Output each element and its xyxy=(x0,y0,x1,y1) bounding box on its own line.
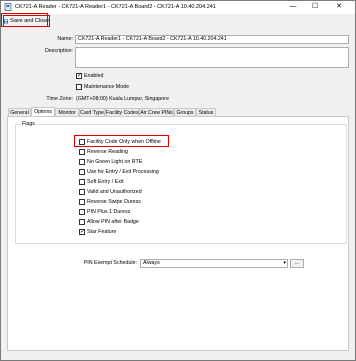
allow-pin-after-badge-checkbox[interactable] xyxy=(79,219,85,225)
schedule-browse-button[interactable]: ... xyxy=(290,259,304,268)
resize-grip-icon[interactable]: ⋰ xyxy=(348,352,353,358)
no-green-light-label: No Green Light on RTE xyxy=(87,159,143,165)
reverse-reading-label: Reverse Reading xyxy=(87,149,128,155)
pin-exempt-schedule-value: Always xyxy=(143,260,160,266)
name-field[interactable]: CK721-A Reader1 - CK721-A Board2 - CK721… xyxy=(75,35,349,44)
enabled-checkbox[interactable] xyxy=(76,72,82,79)
maintenance-mode-checkbox[interactable] xyxy=(76,84,82,90)
entry-exit-processing-checkbox[interactable] xyxy=(79,169,85,175)
tab-facility-codes[interactable]: Facility Codes xyxy=(105,108,139,116)
allow-pin-after-badge-label: Allow PIN after Badge xyxy=(87,219,139,225)
enabled-label: Enabled xyxy=(84,73,104,79)
reverse-swipe-duress-checkbox[interactable] xyxy=(79,199,85,205)
time-zone-value: (GMT+08:00) Kuala Lumpur, Singapore xyxy=(76,96,169,102)
tab-card-type[interactable]: Card Type xyxy=(79,108,105,116)
pin-exempt-schedule-label: PIN Exempt Schedule: xyxy=(83,260,137,266)
pin-plus-1-duress-checkbox[interactable] xyxy=(79,209,85,215)
tab-air-crew-pins[interactable]: Air Crew PINs xyxy=(139,108,174,116)
valid-unauthorized-label: Valid and Unauthorized xyxy=(87,189,142,195)
description-label: Description: xyxy=(45,48,73,54)
save-close-highlight xyxy=(1,13,48,27)
pin-plus-1-duress-label: PIN Plus 1 Duress xyxy=(87,209,131,215)
soft-entry-exit-label: Soft Entry / Exit xyxy=(87,179,124,185)
facility-code-highlight xyxy=(74,135,169,147)
entry-exit-processing-label: Use for Entry / Exit Processing xyxy=(87,169,159,175)
tab-monitor[interactable]: Monitor xyxy=(55,108,79,116)
pin-exempt-schedule-select[interactable]: Always ▾ xyxy=(140,259,288,268)
tab-general[interactable]: General xyxy=(8,108,31,116)
flags-group-title: Flags xyxy=(21,121,36,127)
close-icon[interactable]: ✕ xyxy=(329,1,349,14)
tab-status[interactable]: Status xyxy=(196,108,216,116)
title-bar: CK721-A Reader - CK721-A Reader1 - CK721… xyxy=(1,1,355,14)
soft-entry-exit-checkbox[interactable] xyxy=(79,179,85,185)
reader-app-icon xyxy=(4,3,12,11)
reverse-reading-checkbox[interactable] xyxy=(79,149,85,155)
reverse-swipe-duress-label: Reverse Swipe Duress xyxy=(87,199,141,205)
name-label: Name: xyxy=(57,36,73,42)
description-field[interactable] xyxy=(75,47,349,68)
valid-unauthorized-checkbox[interactable] xyxy=(79,189,85,195)
tab-groups[interactable]: Groups xyxy=(174,108,196,116)
maximize-icon[interactable]: ☐ xyxy=(305,1,325,14)
star-feature-label: Star Feature xyxy=(87,229,117,235)
reader-editor-window: CK721-A Reader - CK721-A Reader1 - CK721… xyxy=(0,0,356,361)
minimize-icon[interactable]: — xyxy=(283,1,303,14)
time-zone-label: Time Zone: xyxy=(46,96,73,102)
window-title: CK721-A Reader - CK721-A Reader1 - CK721… xyxy=(15,4,216,10)
no-green-light-checkbox[interactable] xyxy=(79,159,85,165)
chevron-down-icon: ▾ xyxy=(283,260,286,266)
toolbar: Save and Close xyxy=(1,14,355,28)
star-feature-checkbox[interactable] xyxy=(79,228,85,235)
tab-options[interactable]: Options xyxy=(31,107,55,116)
maintenance-mode-label: Maintenance Mode xyxy=(84,84,130,90)
flags-group xyxy=(15,124,347,244)
